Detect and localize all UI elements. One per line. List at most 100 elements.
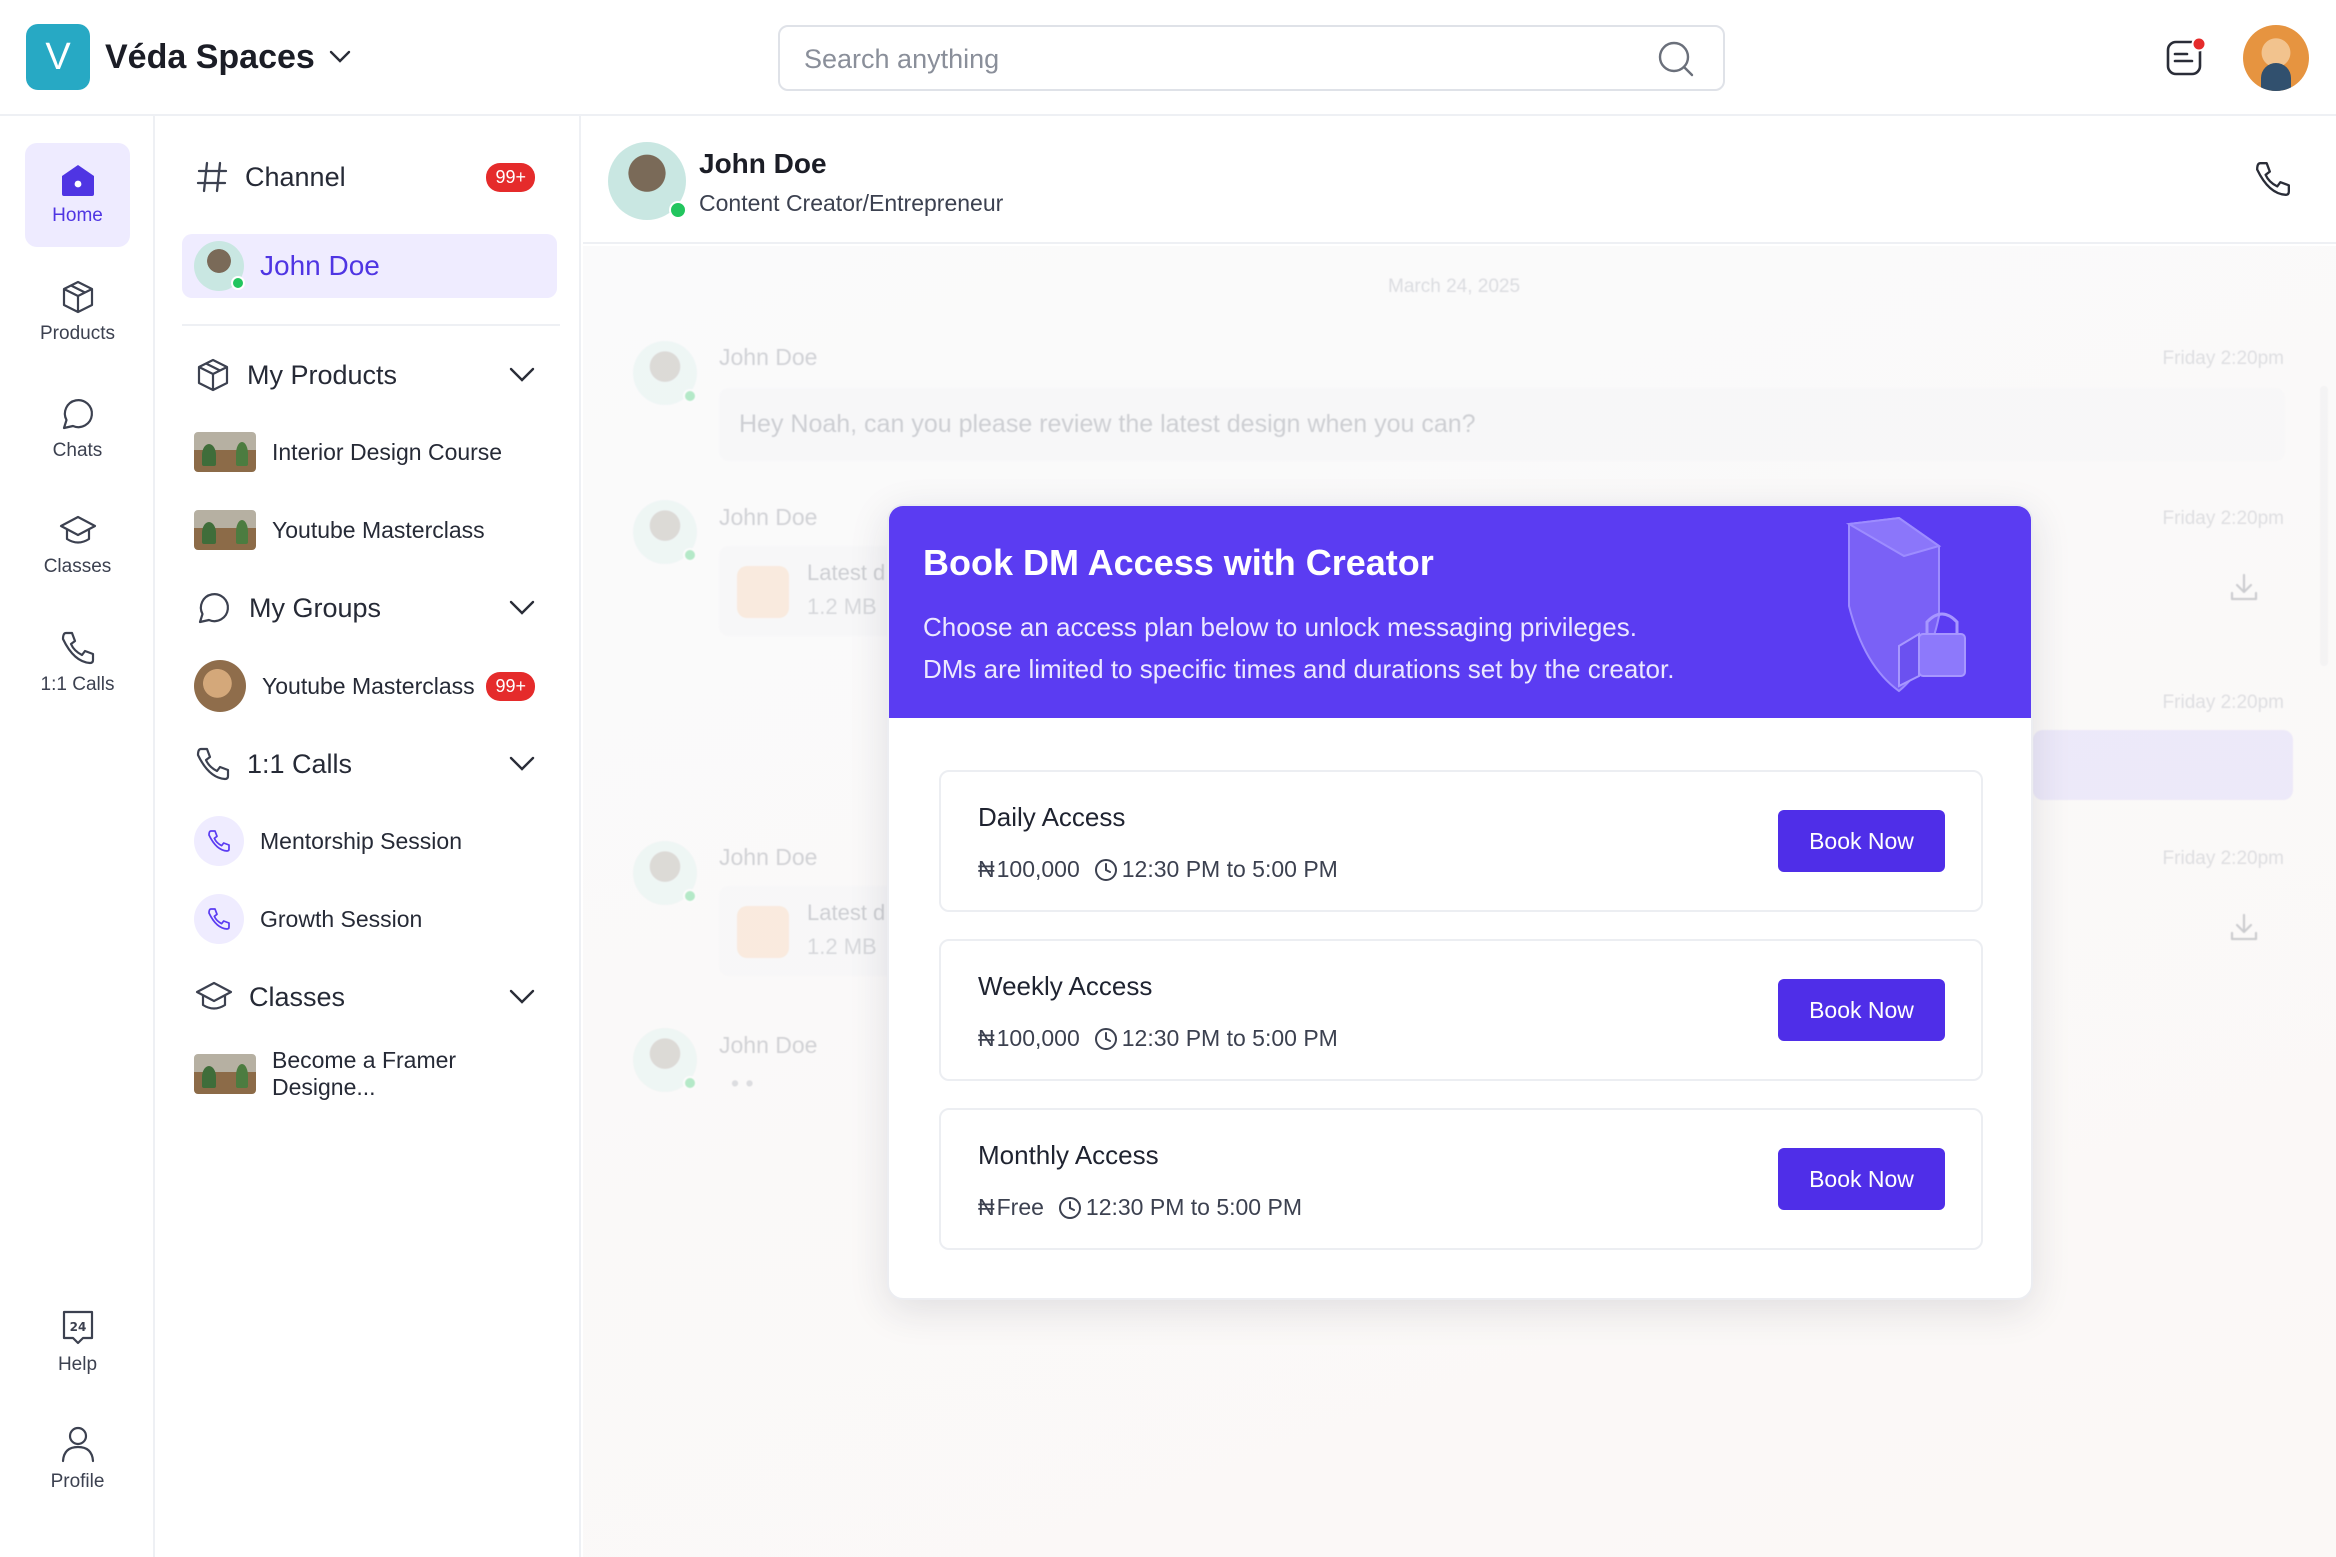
rail-item-home[interactable]: Home <box>25 143 130 247</box>
file-size: 1.2 MB <box>807 934 877 959</box>
rail-label: Home <box>52 205 103 226</box>
naira-currency-icon: ₦ <box>978 1025 995 1051</box>
sidebar-section-calls[interactable]: 1:1 Calls <box>195 741 557 787</box>
sidebar-item-product[interactable]: Interior Design Course <box>194 429 557 475</box>
sidebar-item-label: Youtube Masterclass <box>262 672 475 699</box>
modal-header: Book DM Access with Creator Choose an ac… <box>889 506 2031 718</box>
plan-meta: ₦ Free 12:30 PM to 5:00 PM <box>978 1194 1302 1221</box>
rail-item-products[interactable]: Products <box>25 260 130 364</box>
sidebar-item-label: Youtube Masterclass <box>272 516 485 543</box>
plan-card-monthly: Monthly Access ₦ Free 12:30 PM to 5:00 P… <box>939 1108 1983 1250</box>
sidebar-item-call[interactable]: Mentorship Session <box>194 813 557 869</box>
clock-icon <box>1058 1196 1082 1220</box>
date-separator: March 24, 2025 <box>1388 276 1521 297</box>
image-file-icon <box>737 906 789 958</box>
support-24-icon: 24 <box>60 1308 96 1346</box>
chat-contact-role: Content Creator/Entrepreneur <box>699 190 1004 216</box>
rail-label: 1:1 Calls <box>40 674 115 695</box>
book-dm-access-modal: Book DM Access with Creator Choose an ac… <box>887 504 2033 1300</box>
image-file-icon <box>737 566 789 618</box>
rail-item-calls[interactable]: 1:1 Calls <box>25 611 130 715</box>
download-icon[interactable] <box>2228 911 2260 943</box>
home-icon <box>60 163 96 197</box>
book-now-button[interactable]: Book Now <box>1778 979 1945 1041</box>
book-now-button[interactable]: Book Now <box>1778 1148 1945 1210</box>
message-time: Friday 2:20pm <box>2162 348 2284 369</box>
chevron-down-icon[interactable] <box>509 367 535 383</box>
sidebar-item-label: Growth Session <box>260 905 423 932</box>
graduation-cap-icon <box>59 514 97 548</box>
online-status-dot <box>683 389 697 403</box>
sidebar-section-classes[interactable]: Classes <box>195 974 557 1020</box>
notification-icon[interactable] <box>2164 36 2208 80</box>
rail-label: Help <box>57 1354 98 1375</box>
chat-contact-name: John Doe <box>699 148 827 179</box>
online-status-dot <box>683 548 697 562</box>
file-attachment[interactable]: Latest d 1.2 MB <box>719 886 899 976</box>
avatar <box>633 500 697 564</box>
section-label: Classes <box>249 981 346 1012</box>
rail-label: Products <box>40 323 115 344</box>
rail-label: Chats <box>52 440 103 461</box>
rail-item-profile[interactable]: Profile <box>25 1407 130 1511</box>
plan-name: Weekly Access <box>978 971 1153 1001</box>
clock-icon <box>1094 1027 1118 1051</box>
section-label: 1:1 Calls <box>247 748 353 779</box>
sidebar-item-product[interactable]: Youtube Masterclass <box>194 507 557 553</box>
plan-meta: ₦ 100,000 12:30 PM to 5:00 PM <box>978 1025 1338 1052</box>
modal-description-line: Choose an access plan below to unlock me… <box>923 612 1637 642</box>
chat-header: John Doe Content Creator/Entrepreneur <box>583 116 2336 244</box>
message-bubble: Hey Noah, can you please review the late… <box>719 388 2285 461</box>
rail-label: Classes <box>43 556 112 577</box>
plan-card-weekly: Weekly Access ₦ 100,000 12:30 PM to 5:00… <box>939 939 1983 1081</box>
sidebar-channel[interactable]: Channel 99+ <box>195 156 557 198</box>
phone-icon <box>60 630 96 666</box>
chevron-down-icon <box>329 50 351 64</box>
search-box <box>778 25 1725 91</box>
brand-name: Véda Spaces <box>105 37 315 76</box>
sidebar-channel-label: Channel <box>245 161 346 192</box>
file-size: 1.2 MB <box>807 594 877 619</box>
search-input[interactable] <box>804 39 1624 79</box>
plan-name: Monthly Access <box>978 1140 1159 1170</box>
avatar <box>633 841 697 905</box>
online-status-dot <box>669 201 687 219</box>
chat-bubble-icon <box>59 396 97 432</box>
plan-price: Free <box>996 1194 1044 1220</box>
sidebar-contact-john-doe[interactable]: John Doe <box>194 238 557 294</box>
sidebar-item-group[interactable]: Youtube Masterclass 99+ <box>194 658 557 714</box>
user-avatar[interactable] <box>2243 25 2309 91</box>
sidebar-section-my-products[interactable]: My Products <box>195 352 557 398</box>
naira-currency-icon: ₦ <box>978 1194 995 1220</box>
sidebar-item-label: Interior Design Course <box>272 438 503 465</box>
sidebar-section-my-groups[interactable]: My Groups <box>195 585 557 631</box>
file-attachment[interactable]: Latest d 1.2 MB <box>719 546 899 636</box>
rail-label: Profile <box>50 1471 105 1492</box>
sidebar-item-call[interactable]: Growth Session <box>194 891 557 947</box>
download-icon[interactable] <box>2228 571 2260 603</box>
svg-text:24: 24 <box>69 1320 86 1334</box>
workspace-switcher[interactable]: V Véda Spaces <box>26 24 351 90</box>
plan-price: 100,000 <box>996 856 1080 882</box>
chevron-down-icon[interactable] <box>509 989 535 1005</box>
file-title: Latest d <box>807 560 886 585</box>
chevron-down-icon[interactable] <box>509 600 535 616</box>
sidebar-item-class[interactable]: Become a Framer Designe... <box>194 1047 557 1100</box>
search-icon[interactable] <box>1657 40 1695 78</box>
unread-badge: 99+ <box>486 671 535 701</box>
scrollbar[interactable] <box>2320 386 2328 666</box>
rail-item-help[interactable]: 24 Help <box>25 1290 130 1394</box>
book-now-button[interactable]: Book Now <box>1778 810 1945 872</box>
hashtag-icon <box>195 160 229 194</box>
rail-item-classes[interactable]: Classes <box>25 494 130 598</box>
phone-icon <box>194 816 244 866</box>
plan-price: 100,000 <box>996 1025 1080 1051</box>
phone-icon[interactable] <box>2254 160 2292 198</box>
modal-description-line: DMs are limited to specific times and du… <box>923 654 1675 684</box>
rail-item-chats[interactable]: Chats <box>25 377 130 481</box>
avatar[interactable] <box>608 142 687 220</box>
typing-indicator: • • <box>731 1070 754 1096</box>
top-bar: V Véda Spaces <box>0 0 2336 116</box>
brand-logo: V <box>26 24 90 90</box>
chevron-down-icon[interactable] <box>509 756 535 772</box>
